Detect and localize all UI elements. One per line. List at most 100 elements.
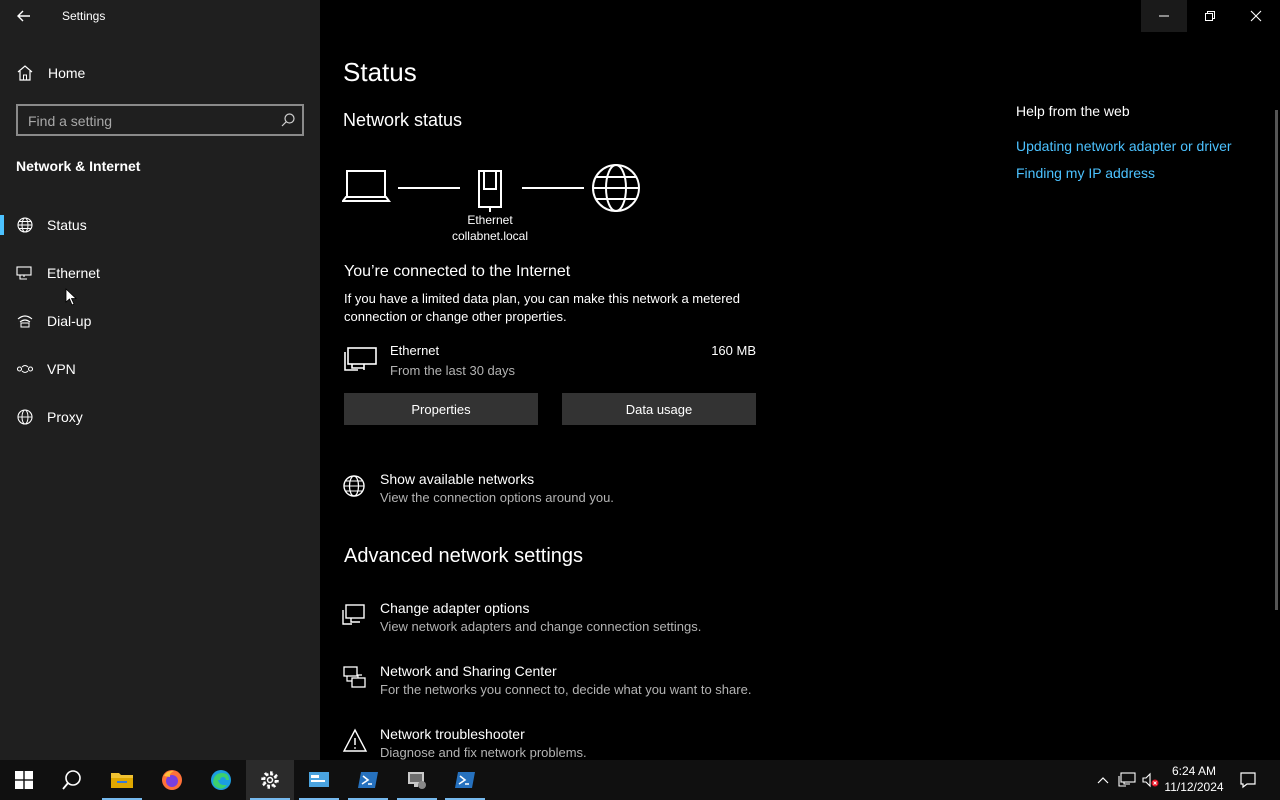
globe-icon: [343, 475, 365, 497]
connection-period: From the last 30 days: [390, 363, 515, 378]
connection-usage-row: Ethernet From the last 30 days 160 MB: [344, 342, 756, 382]
topology-network-label: collabnet.local: [451, 229, 529, 243]
page-title: Status: [343, 57, 417, 87]
edge-taskbar-icon[interactable]: [197, 760, 245, 800]
globe-icon: [17, 217, 33, 233]
volume-tray-icon[interactable]: [1140, 760, 1160, 800]
dialup-icon: [17, 315, 33, 328]
settings-search-input[interactable]: [28, 112, 268, 130]
connection-status-heading: You’re connected to the Internet: [344, 263, 571, 280]
powershell-icon: [358, 772, 378, 788]
search-icon[interactable]: [280, 112, 296, 128]
advanced-network-settings-heading: Advanced network settings: [344, 545, 584, 567]
topology-adapter-label: Ethernet: [467, 213, 513, 227]
sidebar-item-vpn[interactable]: VPN: [0, 349, 320, 389]
minimize-icon: [1159, 15, 1169, 17]
sidebar-item-status[interactable]: Status: [0, 205, 320, 245]
warning-icon: [342, 728, 368, 752]
powershell-taskbar-icon[interactable]: [344, 760, 392, 800]
restore-icon: [1205, 11, 1215, 21]
network-tray-icon[interactable]: [1116, 760, 1138, 800]
main-content: Status Network status Ethernet collabnet…: [320, 0, 1280, 760]
minimize-button[interactable]: [1141, 0, 1187, 32]
sidebar-item-label: Dial-up: [47, 313, 92, 329]
edge-icon: [211, 770, 231, 790]
sidebar-item-label: Ethernet: [47, 265, 100, 281]
search-icon: [62, 770, 81, 790]
settings-taskbar-icon[interactable]: [246, 760, 294, 800]
app-taskbar-icon[interactable]: [295, 760, 343, 800]
advanced-item-title: Network and Sharing Center: [380, 663, 557, 679]
clock-time: 6:24 AM: [1171, 764, 1217, 778]
network-status-heading: Network status: [343, 110, 463, 130]
show-hidden-icons-button[interactable]: [1094, 760, 1112, 800]
sidebar-item-proxy[interactable]: Proxy: [0, 397, 320, 437]
notification-icon: [1240, 772, 1256, 789]
advanced-item-description: View network adapters and change connect…: [380, 619, 702, 634]
back-arrow-icon: [17, 10, 30, 22]
help-from-web-heading: Help from the web: [1016, 103, 1130, 119]
ethernet-icon: [1118, 772, 1136, 787]
show-networks-description: View the connection options around you.: [380, 490, 614, 505]
show-available-networks-link[interactable]: Show available networks View the connect…: [342, 471, 782, 515]
speaker-muted-icon: [1142, 772, 1159, 788]
sidebar-item-label: VPN: [47, 361, 76, 377]
control-panel-icon: [309, 772, 329, 787]
powershell-taskbar-icon-2[interactable]: [441, 760, 489, 800]
windows-logo-icon: [15, 771, 33, 789]
back-button[interactable]: [12, 6, 36, 26]
globe-icon: [17, 409, 33, 425]
help-link-find-ip[interactable]: Finding my IP address: [1016, 165, 1155, 181]
network-sharing-center-link[interactable]: Network and Sharing Center For the netwo…: [342, 663, 782, 707]
advanced-item-title: Change adapter options: [380, 600, 530, 616]
home-icon: [17, 65, 33, 81]
powershell-icon: [455, 772, 475, 788]
advanced-item-title: Network troubleshooter: [380, 726, 525, 742]
settings-sidebar: Settings Home Network & Internet Status …: [0, 0, 320, 760]
sharing-center-icon: [343, 666, 366, 688]
folder-icon: [111, 773, 133, 788]
start-button[interactable]: [0, 760, 48, 800]
firefox-icon: [162, 770, 182, 790]
network-adapter-icon: [342, 604, 365, 625]
close-button[interactable]: [1233, 0, 1279, 32]
data-usage-value: 160 MB: [711, 343, 756, 358]
connection-name: Ethernet: [390, 343, 440, 358]
connection-status-description: If you have a limited data plan, you can…: [344, 291, 740, 324]
ethernet-port-icon: [478, 170, 502, 212]
mouse-cursor-icon: [65, 288, 77, 306]
settings-search-box[interactable]: [16, 104, 304, 136]
server-manager-taskbar-icon[interactable]: [393, 760, 441, 800]
file-explorer-taskbar-icon[interactable]: [98, 760, 146, 800]
change-adapter-options-link[interactable]: Change adapter options View network adap…: [342, 600, 782, 644]
ethernet-icon: [344, 347, 377, 371]
app-title: Settings: [62, 9, 106, 23]
sidebar-item-dial-up[interactable]: Dial-up: [0, 301, 320, 341]
data-usage-button[interactable]: Data usage: [562, 393, 756, 425]
taskbar: 6:24 AM 11/12/2024: [0, 760, 1280, 800]
scrollbar[interactable]: [1275, 110, 1278, 610]
vpn-icon: [16, 365, 34, 373]
server-manager-icon: [408, 772, 426, 789]
sidebar-item-label: Proxy: [47, 409, 83, 425]
restore-button[interactable]: [1187, 0, 1233, 32]
internet-globe-icon: [592, 164, 640, 212]
home-label: Home: [48, 65, 86, 81]
firefox-taskbar-icon[interactable]: [148, 760, 196, 800]
home-nav-item[interactable]: Home: [16, 62, 296, 84]
sidebar-item-ethernet[interactable]: Ethernet: [0, 253, 320, 293]
ethernet-icon: [16, 266, 32, 280]
clock-date: 11/12/2024: [1164, 780, 1224, 794]
search-taskbar-button[interactable]: [48, 760, 96, 800]
close-icon: [1250, 10, 1262, 22]
section-title: Network & Internet: [16, 158, 141, 174]
title-bar: Settings: [0, 0, 320, 32]
taskbar-clock[interactable]: 6:24 AM 11/12/2024: [1158, 763, 1230, 795]
laptop-icon: [342, 170, 391, 202]
chevron-up-icon: [1097, 777, 1109, 784]
gear-icon: [261, 771, 279, 789]
advanced-item-description: Diagnose and fix network problems.: [380, 745, 587, 760]
properties-button[interactable]: Properties: [344, 393, 538, 425]
help-link-update-driver[interactable]: Updating network adapter or driver: [1016, 138, 1232, 154]
action-center-button[interactable]: [1234, 760, 1262, 800]
